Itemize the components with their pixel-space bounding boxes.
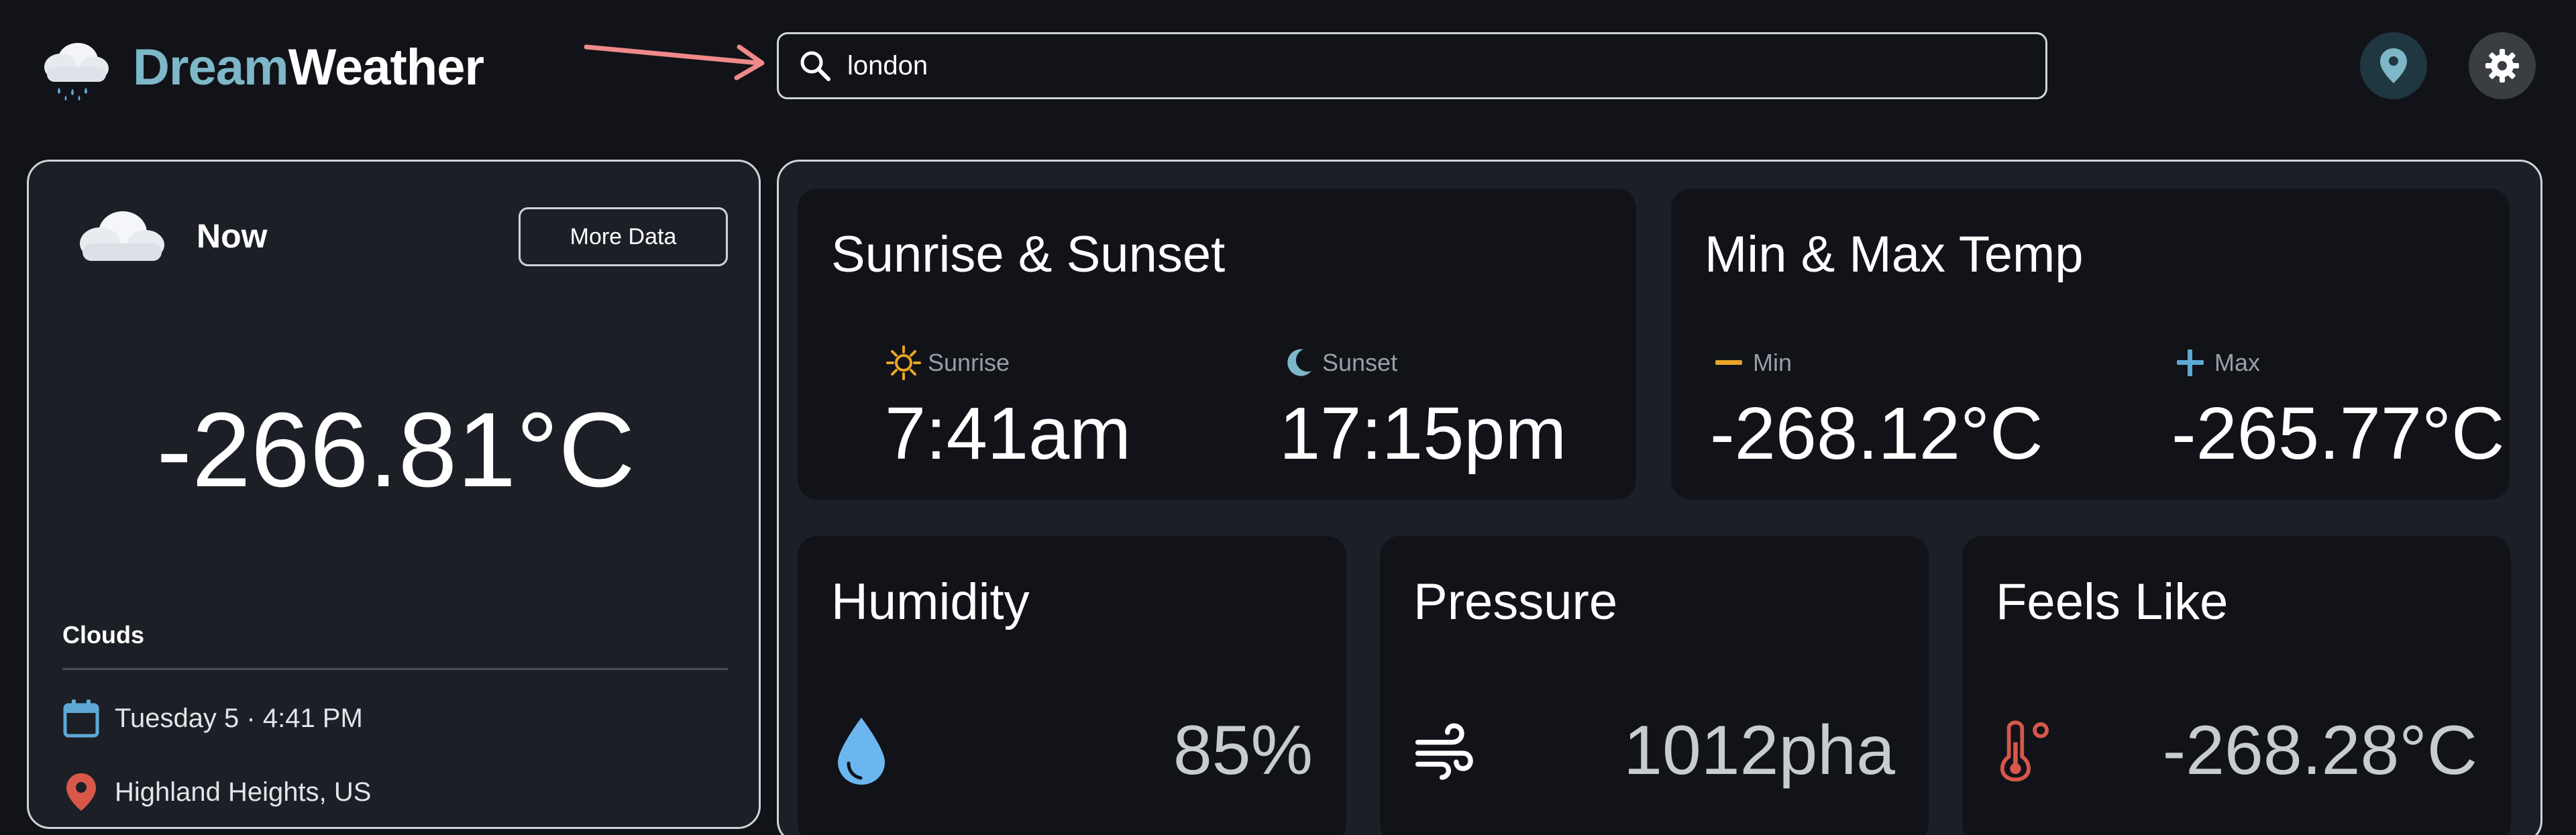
location-pin-icon [2380, 48, 2407, 83]
calendar-icon [63, 700, 99, 738]
cloud-icon [80, 211, 164, 261]
pressure-row: 1012pha [1413, 704, 1895, 797]
search-icon[interactable] [798, 48, 833, 83]
location-pin-icon [66, 773, 96, 811]
max-label-row: Max [2171, 344, 2505, 382]
current-weather-card: Now More Data -266.81°C Clouds Tuesday 5… [27, 160, 761, 829]
brand: DreamWeather [39, 32, 484, 102]
now-label: Now [197, 217, 268, 255]
brand-name-dream: Dream [133, 38, 289, 96]
more-data-button[interactable]: More Data [519, 207, 728, 266]
min-value: -268.12°C [1710, 392, 2043, 475]
tile-title: Sunrise & Sunset [831, 226, 1226, 283]
pressure-tile: Pressure 1012pha [1380, 536, 1929, 835]
weather-app: DreamWeather london Now More Data -266.8… [0, 0, 2576, 835]
current-temperature: -266.81°C [156, 391, 635, 509]
brand-name[interactable]: DreamWeather [133, 38, 484, 97]
tile-title: Humidity [831, 573, 1030, 630]
rain-cloud-icon [44, 43, 109, 101]
settings-button[interactable] [2469, 32, 2536, 99]
sunrise-label-row: Sunrise [885, 344, 1131, 382]
pressure-value: 1012pha [1623, 711, 1895, 789]
sunset-value: 17:15pm [1279, 392, 1567, 475]
brand-name-weather: Weather [288, 38, 484, 96]
humidity-tile: Humidity 85% [798, 536, 1346, 835]
minus-icon [1715, 360, 1742, 365]
thermometer-icon [2000, 720, 2049, 782]
date-row: Tuesday 5 · 4:41 PM [62, 698, 363, 738]
plus-icon [2177, 349, 2204, 376]
current-location-button[interactable] [2360, 32, 2427, 99]
annotation-arrow-icon [584, 44, 765, 80]
max-value: -265.77°C [2171, 392, 2505, 475]
location-text: Highland Heights, US [115, 777, 372, 807]
sunrise-label: Sunrise [928, 349, 1010, 376]
highlights-panel: Sunrise & Sunset Sunrise 7:41am Sunset 1… [777, 160, 2542, 835]
search-bar[interactable] [777, 32, 2047, 99]
moon-icon [1287, 349, 1311, 376]
gear-icon [2485, 49, 2519, 82]
max-label: Max [2214, 349, 2261, 376]
sunrise-sunset-tile: Sunrise & Sunset Sunrise 7:41am Sunset 1… [798, 188, 1636, 500]
divider [62, 668, 728, 670]
sunset-label-row: Sunset [1279, 344, 1566, 382]
tile-title: Feels Like [1996, 573, 2229, 630]
weather-condition: Clouds [62, 621, 144, 649]
location-row: Highland Heights, US [62, 772, 371, 812]
sun-icon [886, 345, 921, 380]
sunrise-value: 7:41am [885, 392, 1131, 475]
min-max-temp-tile: Min & Max Temp Min -268.12°C Max -265.77… [1671, 188, 2510, 500]
max-block: Max -265.77°C [2171, 344, 2505, 476]
min-label-row: Min [1710, 344, 2043, 382]
humidity-row: 85% [831, 704, 1313, 797]
tile-title: Min & Max Temp [1705, 226, 2084, 283]
sunrise-block: Sunrise 7:41am [885, 344, 1131, 476]
feels-like-value: -268.28°C [2162, 711, 2477, 789]
sunset-block: Sunset 17:15pm [1279, 344, 1566, 476]
min-block: Min -268.12°C [1710, 344, 2043, 476]
water-drop-icon [838, 718, 885, 785]
tile-title: Pressure [1413, 573, 1618, 630]
search-input[interactable] [847, 50, 2045, 81]
humidity-value: 85% [1173, 711, 1313, 789]
feels-like-tile: Feels Like -268.28°C [1962, 536, 2511, 835]
feels-like-row: -268.28°C [1996, 704, 2477, 797]
wind-icon [1415, 723, 1473, 780]
sunset-label: Sunset [1322, 349, 1398, 376]
date-text: Tuesday 5 · 4:41 PM [115, 703, 363, 733]
min-label: Min [1753, 349, 1792, 376]
